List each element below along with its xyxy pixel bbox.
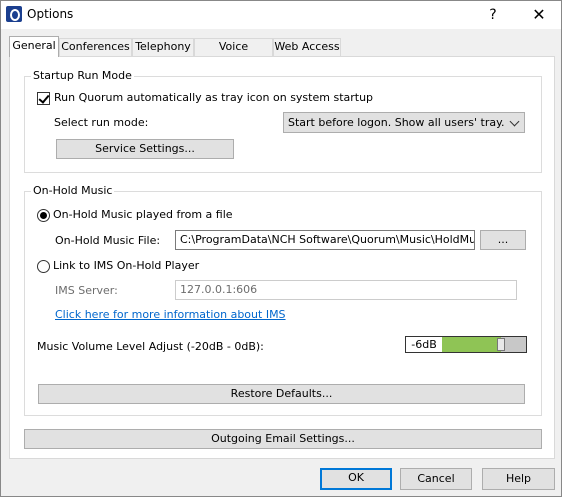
restore-defaults-button[interactable]: Restore Defaults... bbox=[38, 384, 525, 404]
ims-server-input[interactable]: 127.0.0.1:606 bbox=[175, 280, 517, 300]
help-icon[interactable]: ? bbox=[473, 1, 513, 29]
file-option-label: On-Hold Music played from a file bbox=[53, 208, 233, 221]
run-mode-label: Select run mode: bbox=[54, 116, 149, 129]
title-bar: Options ? ✕ bbox=[1, 1, 561, 29]
run-mode-value: Start before logon. Show all users' tray… bbox=[288, 116, 505, 129]
ims-option-radio[interactable] bbox=[37, 260, 50, 273]
volume-label: Music Volume Level Adjust (-20dB - 0dB): bbox=[37, 340, 264, 353]
run-mode-select[interactable]: Start before logon. Show all users' tray… bbox=[283, 112, 525, 133]
tab-voice-prompts[interactable]: Voice Prompts bbox=[194, 38, 273, 69]
tab-general[interactable]: General bbox=[9, 36, 59, 57]
tab-conferences[interactable]: Conferences bbox=[59, 38, 132, 56]
hold-music-file-label: On-Hold Music File: bbox=[55, 234, 161, 247]
help-button[interactable]: Help bbox=[482, 468, 555, 490]
group-title: On-Hold Music bbox=[31, 184, 115, 197]
volume-thumb[interactable] bbox=[496, 338, 505, 351]
on-hold-music-group: On-Hold Music On-Hold Music played from … bbox=[24, 184, 542, 416]
quorum-app-icon bbox=[6, 6, 22, 22]
hold-music-file-input[interactable]: C:\ProgramData\NCH Software\Quorum\Music… bbox=[175, 230, 475, 250]
general-tab-panel: Startup Run Mode Run Quorum automaticall… bbox=[9, 56, 555, 459]
ok-button[interactable]: OK bbox=[320, 468, 392, 490]
group-title: Startup Run Mode bbox=[31, 69, 134, 82]
tab-telephony[interactable]: Telephony bbox=[132, 38, 194, 56]
volume-slider[interactable]: -6dB bbox=[405, 336, 527, 353]
auto-run-label: Run Quorum automatically as tray icon on… bbox=[54, 91, 374, 104]
volume-value-label: -6dB bbox=[406, 337, 442, 352]
close-icon[interactable]: ✕ bbox=[519, 1, 559, 29]
service-settings-button[interactable]: Service Settings... bbox=[56, 139, 234, 159]
volume-fill bbox=[442, 337, 501, 352]
browse-button[interactable]: ... bbox=[480, 230, 526, 250]
ims-info-link[interactable]: Click here for more information about IM… bbox=[55, 308, 286, 321]
outgoing-email-settings-button[interactable]: Outgoing Email Settings... bbox=[24, 429, 542, 449]
options-dialog: Options ? ✕ General Conferences Telephon… bbox=[0, 0, 562, 497]
ims-option-label: Link to IMS On-Hold Player bbox=[53, 259, 200, 272]
auto-run-checkbox[interactable] bbox=[37, 92, 50, 105]
ims-server-label: IMS Server: bbox=[55, 284, 118, 297]
file-option-radio[interactable] bbox=[37, 209, 50, 222]
cancel-button[interactable]: Cancel bbox=[400, 468, 472, 490]
startup-run-mode-group: Startup Run Mode Run Quorum automaticall… bbox=[24, 69, 542, 173]
chevron-down-icon bbox=[509, 116, 520, 127]
tab-web-access[interactable]: Web Access bbox=[273, 38, 341, 56]
window-title: Options bbox=[27, 7, 74, 21]
